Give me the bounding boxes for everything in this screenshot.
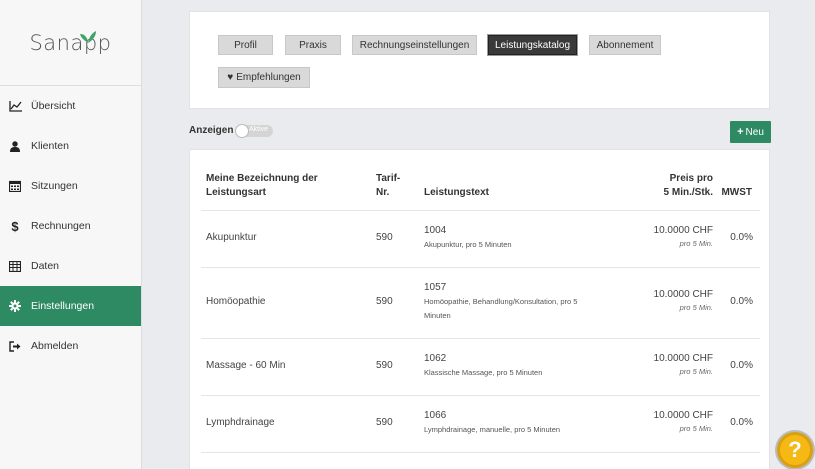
row-divider [201, 338, 760, 339]
row-price: 10.0000 CHF pro 5 Min. [654, 410, 713, 433]
sidebar-item-uebersicht[interactable]: Übersicht [0, 86, 141, 126]
calendar-icon [8, 179, 22, 193]
header-line: Leistungsart [206, 187, 267, 198]
row-price-unit: pro 5 Min. [679, 367, 713, 376]
row-desc: Lymphdrainage, manuelle, pro 5 Minuten [424, 425, 561, 434]
heart-icon: ♥ [227, 72, 234, 83]
row-text: 1057 Homöopathie, Behandlung/Konsultatio… [424, 282, 577, 323]
dollar-icon: $ [11, 218, 19, 234]
row-desc: Akupunktur, pro 5 Minuten [424, 240, 512, 249]
column-header-name: Meine Bezeichnung der Leistungsart [206, 172, 318, 200]
tab-profil[interactable]: Profil [218, 35, 273, 55]
row-vat: 0.0% [730, 360, 753, 371]
header-line: Preis pro [669, 173, 713, 184]
logo-text: Sanapp [29, 30, 112, 55]
services-table: Meine Bezeichnung der Leistungsart Tarif… [189, 149, 770, 469]
row-price-unit: pro 5 Min. [679, 239, 713, 248]
row-text: 1066 Lymphdrainage, manuelle, pro 5 Minu… [424, 410, 560, 437]
row-tarif: 590 [376, 417, 393, 428]
sign-out-icon [8, 339, 22, 353]
sidebar-item-label: Sitzungen [31, 180, 78, 192]
header-line: 5 Min./Stk. [663, 187, 713, 198]
sidebar-item-label: Übersicht [31, 100, 76, 112]
row-code: 1066 [424, 410, 447, 421]
row-desc: Klassische Massage, pro 5 Minuten [424, 368, 543, 377]
row-price-value: 10.0000 CHF [653, 225, 713, 236]
row-tarif: 590 [376, 360, 393, 371]
new-button-label: Neu [745, 126, 764, 138]
tab-empfehlungen-label: Empfehlungen [236, 72, 301, 83]
gear-icon [8, 299, 22, 313]
tab-abonnement[interactable]: Abonnement [589, 35, 661, 55]
column-header-price: Preis pro 5 Min./Stk. [664, 172, 713, 200]
plus-icon: + [737, 126, 744, 138]
column-header-text: Leistungstext [424, 187, 490, 198]
column-header-tarif: Tarif- Nr. [376, 172, 400, 200]
sidebar: Sanapp Übersicht Klienten Sitzungen $ Re… [0, 0, 142, 469]
leaf-icon [80, 31, 96, 43]
tab-praxis[interactable]: Praxis [285, 35, 341, 55]
row-price: 10.0000 CHF pro 5 Min. [654, 225, 713, 248]
help-button[interactable]: ? [777, 432, 813, 468]
row-divider [201, 267, 760, 268]
header-line: Tarif- [376, 173, 401, 184]
sidebar-item-daten[interactable]: Daten [0, 246, 141, 286]
row-price-unit: pro 5 Min. [679, 303, 713, 312]
sidebar-item-einstellungen[interactable]: Einstellungen [0, 286, 141, 326]
row-code: 1057 [424, 282, 447, 293]
sidebar-item-abmelden[interactable]: Abmelden [0, 326, 141, 366]
row-text: 1062 Klassische Massage, pro 5 Minuten [424, 353, 542, 380]
new-button[interactable]: + Neu [730, 121, 771, 143]
row-vat: 0.0% [730, 296, 753, 307]
sidebar-item-sitzungen[interactable]: Sitzungen [0, 166, 141, 206]
tab-rechnungseinstellungen[interactable]: Rechnungseinstellungen [352, 35, 477, 55]
tab-leistungskatalog[interactable]: Leistungskatalog [488, 35, 577, 55]
row-price: 10.0000 CHF pro 5 Min. [654, 289, 713, 312]
row-text: 1004 Akupunktur, pro 5 Minuten [424, 225, 512, 252]
row-tarif: 590 [376, 296, 393, 307]
sidebar-item-rechnungen[interactable]: $ Rechnungen [0, 206, 141, 246]
sidebar-item-label: Klienten [31, 140, 69, 152]
tab-empfehlungen[interactable]: ♥ Empfehlungen [218, 67, 310, 88]
row-price: 10.0000 CHF pro 5 Min. [654, 353, 713, 376]
sidebar-item-label: Einstellungen [31, 300, 95, 312]
active-toggle[interactable]: Aktive [235, 124, 273, 138]
row-price-value: 10.0000 CHF [653, 410, 713, 421]
toggle-label: Aktive [249, 126, 269, 133]
table-icon [8, 259, 22, 273]
row-divider [201, 210, 760, 211]
row-vat: 0.0% [730, 232, 753, 243]
logo[interactable]: Sanapp [0, 0, 141, 86]
toggle-knob [235, 124, 249, 138]
user-icon [8, 139, 22, 153]
row-vat: 0.0% [730, 417, 753, 428]
header-line: Nr. [376, 187, 390, 198]
row-name: Lymphdrainage [206, 417, 275, 428]
sidebar-item-label: Daten [31, 260, 60, 272]
row-name: Massage - 60 Min [206, 360, 286, 371]
row-desc: Minuten [424, 311, 451, 320]
row-code: 1004 [424, 225, 447, 236]
line-chart-icon [8, 99, 22, 113]
row-price-value: 10.0000 CHF [653, 353, 713, 364]
sidebar-item-label: Rechnungen [31, 220, 91, 232]
column-header-vat: MWST [721, 187, 752, 198]
sidebar-item-klienten[interactable]: Klienten [0, 126, 141, 166]
row-divider [201, 452, 760, 453]
row-name: Akupunktur [206, 232, 257, 243]
sidebar-item-label: Abmelden [31, 340, 79, 352]
header-line: Meine Bezeichnung der [206, 173, 318, 184]
filter-label: Anzeigen [189, 125, 234, 136]
row-code: 1062 [424, 353, 447, 364]
row-price-value: 10.0000 CHF [653, 289, 713, 300]
row-divider [201, 395, 760, 396]
row-desc: Homöopathie, Behandlung/Konsultation, pr… [424, 297, 578, 306]
question-icon: ? [788, 437, 802, 462]
settings-tabs-card: Profil Praxis Rechnungseinstellungen Lei… [189, 11, 770, 109]
row-tarif: 590 [376, 232, 393, 243]
row-name: Homöopathie [206, 296, 266, 307]
row-price-unit: pro 5 Min. [679, 424, 713, 433]
